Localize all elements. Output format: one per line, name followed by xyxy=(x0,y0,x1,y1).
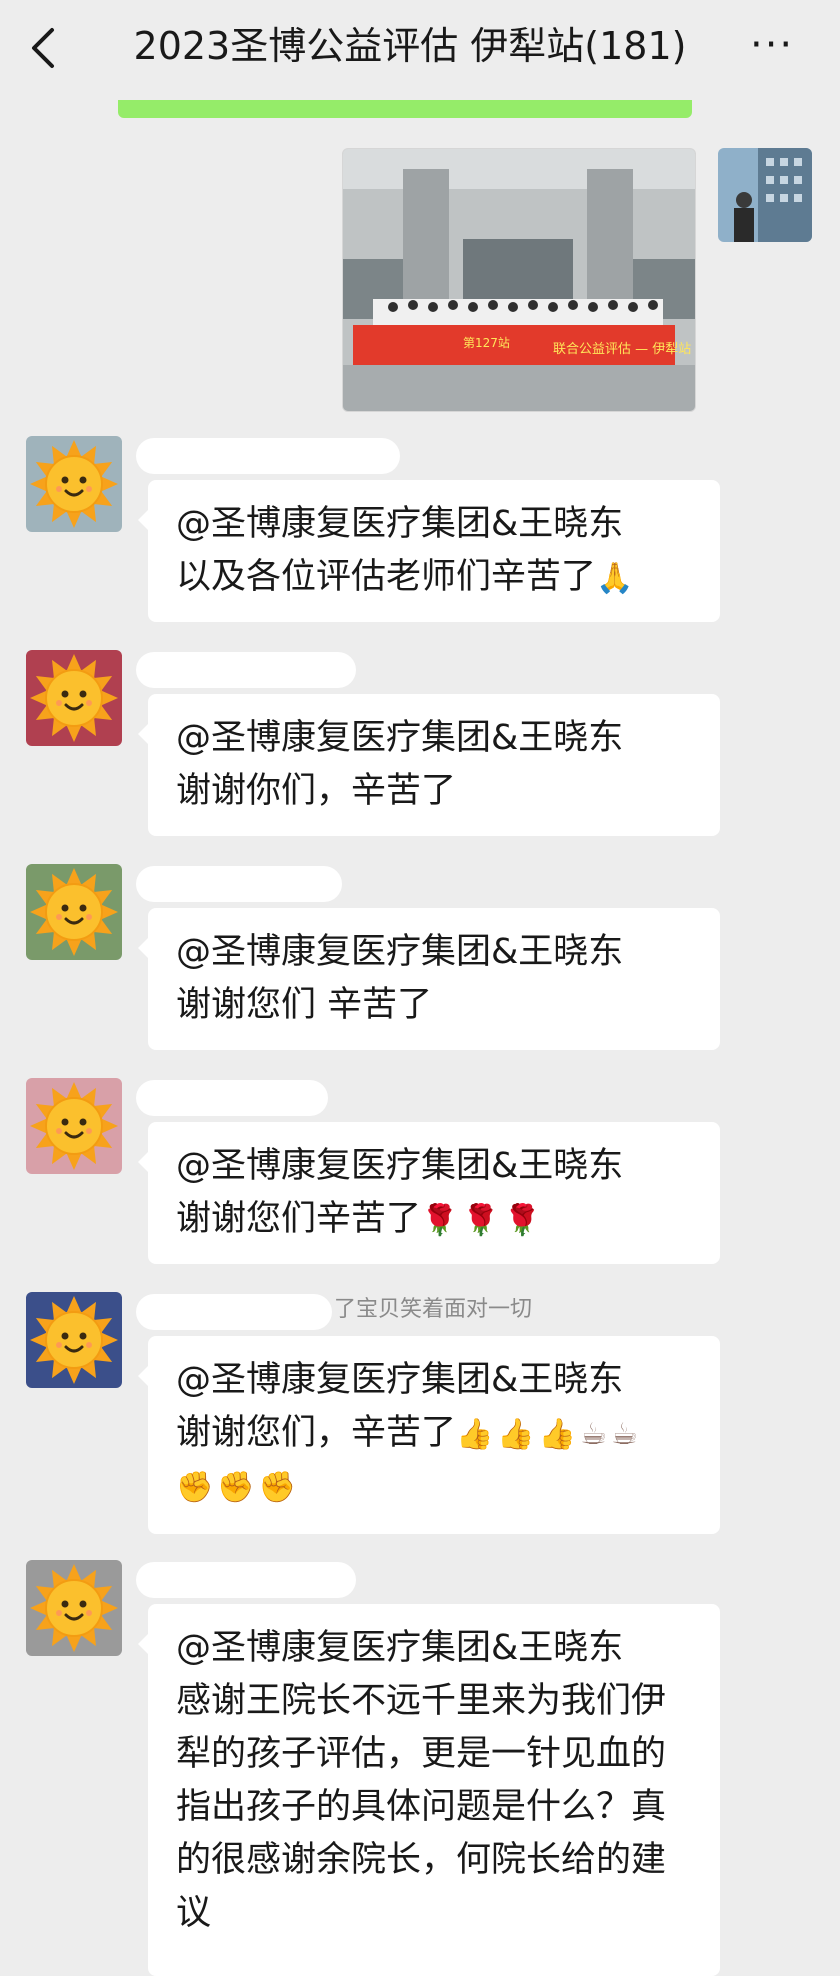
sun-avatar-icon xyxy=(26,436,122,532)
fist-emoji-icon: ✊ xyxy=(258,1470,297,1505)
mention-line: @圣博康复医疗集团&王晓东 xyxy=(176,498,694,551)
message-text: 谢谢您们 辛苦了 xyxy=(176,985,433,1025)
message-text-line: 的很感谢余院长，何院长给的建 xyxy=(176,1834,694,1887)
message-text: 犁的孩子评估，更是一针见血的 xyxy=(176,1734,667,1774)
message-text: @圣博康复医疗集团&王晓东 xyxy=(176,1360,624,1400)
message-bubble[interactable]: @圣博康复医疗集团&王晓东 谢谢您们 辛苦了 xyxy=(138,908,720,1050)
emoji-line: ✊ ✊ ✊ xyxy=(176,1461,694,1515)
previous-sent-bubble-edge[interactable] xyxy=(118,100,692,118)
sun-avatar-icon xyxy=(26,650,122,746)
message-text: 谢谢您们辛苦了 xyxy=(176,1199,422,1239)
sent-photo[interactable]: 第127站 联合公益评估 — 伊犁站 xyxy=(342,148,696,412)
thumbs-up-emoji-icon: 👍 xyxy=(456,1416,494,1452)
sender-avatar[interactable] xyxy=(26,436,122,532)
message-bubble[interactable]: @圣博康复医疗集团&王晓东感谢王院长不远千里来为我们伊 犁的孩子评估，更是一针见血… xyxy=(138,1604,720,1976)
pray-emoji-icon: 🙏 xyxy=(596,560,634,596)
sender-avatar[interactable] xyxy=(26,864,122,960)
avatar-image xyxy=(718,148,812,242)
sender-nickname-redacted xyxy=(136,1080,328,1116)
message-text-line: 谢谢您们 辛苦了 xyxy=(176,979,694,1032)
message-bubble[interactable]: @圣博康复医疗集团&王晓东 谢谢您们，辛苦了👍 👍 👍 ☕ ☕ ✊ ✊ ✊ xyxy=(138,1336,720,1534)
mention-line: @圣博康复医疗集团&王晓东 xyxy=(176,1140,694,1193)
message-text: 谢谢您们，辛苦了 xyxy=(176,1413,457,1453)
message-text: @圣博康复医疗集团&王晓东 xyxy=(176,718,624,758)
my-avatar[interactable] xyxy=(718,148,812,242)
rose-emoji-icon: 🌹 xyxy=(503,1202,542,1238)
sender-avatar[interactable] xyxy=(26,1078,122,1174)
message-text-line: 谢谢您们，辛苦了👍 👍 👍 ☕ ☕ xyxy=(176,1407,694,1461)
sender-nickname-redacted xyxy=(136,438,400,474)
message-text: 以及各位评估老师们辛苦了 xyxy=(176,557,597,597)
sender-nickname-redacted xyxy=(136,1562,356,1598)
sun-avatar-icon xyxy=(26,1560,122,1656)
message-text: @圣博康复医疗集团&王晓东 xyxy=(176,1628,624,1668)
sender-nickname: 了宝贝笑着面对一切 xyxy=(334,1297,533,1322)
rose-emoji-icon: 🌹 xyxy=(421,1202,459,1238)
message-text: 谢谢你们，辛苦了 xyxy=(176,771,457,811)
message-text-line: 议 xyxy=(176,1887,694,1940)
fist-emoji-icon: ✊ xyxy=(176,1470,214,1505)
message-text: 的很感谢余院长，何院长给的建 xyxy=(176,1840,667,1880)
rose-emoji-icon: 🌹 xyxy=(462,1202,500,1238)
banner-text: 联合公益评估 — 伊犁站 xyxy=(553,342,691,357)
message-text: @圣博康复医疗集团&王晓东 xyxy=(176,504,624,544)
thumbs-up-emoji-icon: 👍 xyxy=(538,1416,577,1452)
message-text-line: 以及各位评估老师们辛苦了🙏 xyxy=(176,551,694,605)
mention-line: @圣博康复医疗集团&王晓东 xyxy=(176,712,694,765)
mention-line: @圣博康复医疗集团&王晓东 xyxy=(176,1622,694,1675)
back-button[interactable] xyxy=(26,26,66,70)
message-text-line: 犁的孩子评估，更是一针见血的 xyxy=(176,1728,694,1781)
banner-sub-text: 第127站 xyxy=(463,336,510,350)
message-text: @圣博康复医疗集团&王晓东 xyxy=(176,932,624,972)
sender-avatar[interactable] xyxy=(26,1560,122,1656)
sender-nickname-redacted xyxy=(136,1294,332,1330)
message-text: 感谢王院长不远千里来为我们伊 xyxy=(176,1681,667,1721)
message-text-line: 感谢王院长不远千里来为我们伊 xyxy=(176,1675,694,1728)
fist-emoji-icon: ✊ xyxy=(217,1470,255,1505)
sender-nickname-redacted xyxy=(136,866,342,902)
sun-avatar-icon xyxy=(26,864,122,960)
message-bubble[interactable]: @圣博康复医疗集团&王晓东 谢谢您们辛苦了🌹 🌹 🌹 xyxy=(138,1122,720,1264)
sender-avatar[interactable] xyxy=(26,1292,122,1388)
coffee-emoji-icon: ☕ xyxy=(580,1416,607,1452)
message-text-line: 谢谢您们辛苦了🌹 🌹 🌹 xyxy=(176,1193,694,1247)
message-text: @圣博康复医疗集团&王晓东 xyxy=(176,1146,624,1186)
coffee-emoji-icon: ☕ xyxy=(611,1416,638,1452)
message-bubble[interactable]: @圣博康复医疗集团&王晓东 谢谢你们，辛苦了 xyxy=(138,694,720,836)
top-bar: 2023圣博公益评估 伊犁站(181) ··· xyxy=(0,0,840,96)
mention-line: @圣博康复医疗集团&王晓东 xyxy=(176,926,694,979)
chevron-left-icon xyxy=(32,28,54,68)
sun-avatar-icon xyxy=(26,1292,122,1388)
more-button[interactable]: ··· xyxy=(750,25,802,65)
thumbs-up-emoji-icon: 👍 xyxy=(497,1416,535,1452)
group-photo-image: 第127站 联合公益评估 — 伊犁站 xyxy=(343,149,695,411)
chat-title: 2023圣博公益评估 伊犁站(181) xyxy=(133,24,687,68)
sun-avatar-icon xyxy=(26,1078,122,1174)
sender-nickname-redacted xyxy=(136,652,356,688)
message-text-line: 谢谢你们，辛苦了 xyxy=(176,765,694,818)
message-text-line: 指出孩子的具体问题是什么？真 xyxy=(176,1781,694,1834)
mention-line: @圣博康复医疗集团&王晓东 xyxy=(176,1354,694,1407)
sender-avatar[interactable] xyxy=(26,650,122,746)
message-bubble[interactable]: @圣博康复医疗集团&王晓东 以及各位评估老师们辛苦了🙏 xyxy=(138,480,720,622)
message-text: 议 xyxy=(176,1893,212,1933)
message-text: 指出孩子的具体问题是什么？真 xyxy=(176,1787,667,1827)
